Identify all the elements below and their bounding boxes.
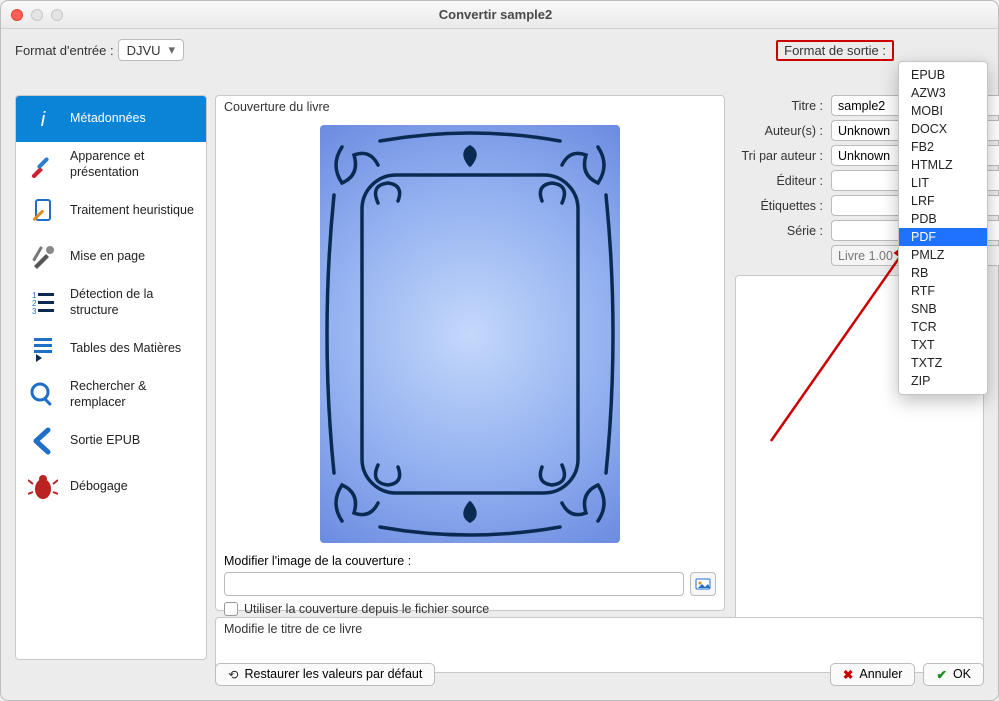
sidebar-item-debug[interactable]: Débogage [16,464,206,510]
sidebar-item-label: Métadonnées [70,111,146,127]
svg-text:3: 3 [32,307,37,316]
ok-button[interactable]: ✔ OK [923,663,984,686]
sidebar-item-label: Apparence et présentation [70,149,196,180]
window-body: Format d'entrée : DJVU ▾ Format de sorti… [1,29,998,700]
format-option-rtf[interactable]: RTF [899,282,987,300]
image-icon [695,576,711,592]
format-option-rb[interactable]: RB [899,264,987,282]
svg-text:i: i [41,109,46,131]
format-option-pmlz[interactable]: PMLZ [899,246,987,264]
sidebar-item-label: Tables des Matières [70,341,181,357]
maximize-window-button[interactable] [51,9,63,21]
tags-label: Étiquettes : [735,199,825,213]
series-label: Série : [735,224,825,238]
sidebar-item-label: Sortie EPUB [70,433,140,449]
cover-groupbox: Couverture du livre [215,95,725,611]
use-source-cover-checkbox[interactable] [224,602,238,616]
format-option-azw3[interactable]: AZW3 [899,84,987,102]
main-pane: Couverture du livre [215,95,984,660]
bottom-bar: ⟲ Restaurer les valeurs par défaut ✖ Ann… [215,660,984,688]
input-format-value: DJVU [127,43,161,58]
format-option-mobi[interactable]: MOBI [899,102,987,120]
input-format-label: Format d'entrée : [15,43,114,58]
toc-icon [26,332,60,366]
use-source-cover-label: Utiliser la couverture depuis le fichier… [244,602,489,616]
titlebar: Convertir sample2 [1,1,998,29]
app-window: Convertir sample2 Format d'entrée : DJVU… [0,0,999,701]
sidebar-item-look-feel[interactable]: Apparence et présentation [16,142,206,188]
format-option-tcr[interactable]: TCR [899,318,987,336]
cover-path-input[interactable] [224,572,684,596]
modify-cover-label: Modifier l'image de la couverture : [224,554,716,568]
format-option-zip[interactable]: ZIP [899,372,987,390]
cover-heading: Couverture du livre [224,100,716,114]
brush-icon [26,148,60,182]
authors-label: Auteur(s) : [735,124,825,138]
format-option-epub[interactable]: EPUB [899,66,987,84]
title-label: Titre : [735,99,825,113]
cover-image [320,125,620,543]
info-icon: i [26,102,60,136]
sidebar-item-structure[interactable]: 123 Détection de la structure [16,280,206,326]
sidebar-item-heuristic[interactable]: Traitement heuristique [16,188,206,234]
sidebar-item-label: Mise en page [70,249,145,265]
cross-icon: ✖ [843,667,853,682]
input-format-select[interactable]: DJVU ▾ [118,39,184,61]
author-sort-label: Tri par auteur : [735,149,825,163]
sidebar-item-page-setup[interactable]: Mise en page [16,234,206,280]
chevron-left-icon [26,424,60,458]
output-format-label: Format de sortie : [776,40,894,61]
chevron-down-icon: ▾ [161,42,176,58]
sidebar-item-label: Traitement heuristique [70,203,194,219]
top-row: Format d'entrée : DJVU ▾ Format de sorti… [15,39,984,61]
format-option-pdf[interactable]: PDF [899,228,987,246]
format-option-fb2[interactable]: FB2 [899,138,987,156]
sidebar-item-output-epub[interactable]: Sortie EPUB [16,418,206,464]
sidebar-item-label: Rechercher & remplacer [70,379,196,410]
magnifier-icon [26,378,60,412]
format-option-pdb[interactable]: PDB [899,210,987,228]
format-option-txtz[interactable]: TXTZ [899,354,987,372]
bug-icon [26,470,60,504]
sidebar: i Métadonnées Apparence et présentation … [15,95,207,660]
check-icon: ✔ [936,667,946,682]
sidebar-item-metadata[interactable]: i Métadonnées [16,96,206,142]
cancel-button[interactable]: ✖ Annuler [830,663,916,686]
publisher-label: Éditeur : [735,174,825,188]
numbered-list-icon: 123 [26,286,60,320]
window-controls [11,9,63,21]
minimize-window-button[interactable] [31,9,43,21]
help-hint-text: Modifie le titre de ce livre [224,622,362,636]
output-format-menu[interactable]: EPUBAZW3MOBIDOCXFB2HTMLZLITLRFPDBPDFPMLZ… [898,61,988,395]
window-title: Convertir sample2 [63,7,928,22]
refresh-icon: ⟲ [228,667,238,682]
sidebar-item-search-replace[interactable]: Rechercher & remplacer [16,372,206,418]
sidebar-item-toc[interactable]: Tables des Matières [16,326,206,372]
format-option-htmlz[interactable]: HTMLZ [899,156,987,174]
cover-preview [224,118,716,550]
document-pencil-icon [26,194,60,228]
format-option-lrf[interactable]: LRF [899,192,987,210]
format-option-snb[interactable]: SNB [899,300,987,318]
restore-defaults-button[interactable]: ⟲ Restaurer les valeurs par défaut [215,663,435,686]
tools-icon [26,240,60,274]
format-option-lit[interactable]: LIT [899,174,987,192]
sidebar-item-label: Débogage [70,479,128,495]
format-option-txt[interactable]: TXT [899,336,987,354]
sidebar-item-label: Détection de la structure [70,287,196,318]
format-option-docx[interactable]: DOCX [899,120,987,138]
browse-cover-button[interactable] [690,572,716,596]
close-window-button[interactable] [11,9,23,21]
